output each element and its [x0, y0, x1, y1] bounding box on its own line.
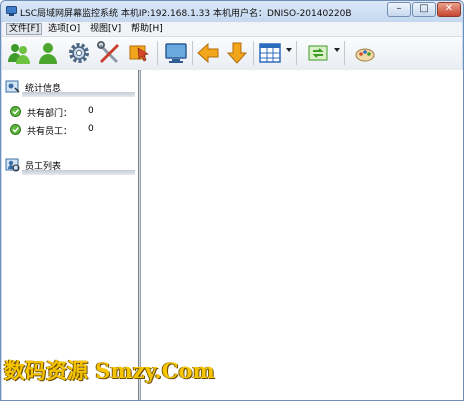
cursor-icon[interactable] [126, 40, 152, 66]
menu-options[interactable]: 选项[O] [46, 23, 82, 35]
user-green-icon[interactable] [35, 40, 61, 66]
check-icon [10, 124, 21, 135]
refresh-icon[interactable] [305, 40, 331, 66]
arrow-left-icon[interactable] [195, 40, 221, 66]
toolbar-separator [157, 41, 158, 65]
gear-icon[interactable] [66, 40, 92, 66]
left-panel: 统计信息 共有部门： 0 共有员工： 0 员工列表 [2, 70, 139, 400]
menu-help[interactable]: 帮助[H] [129, 23, 165, 35]
arrow-down-icon[interactable] [224, 40, 250, 66]
stats-section-header: 统计信息 [5, 79, 137, 97]
toolbar-separator [344, 41, 345, 65]
maximize-button[interactable]: □ [412, 2, 436, 17]
menu-bar: 文件[F] 选项[O] 视图[V] 帮助[H] [2, 22, 462, 36]
stat-row-departments: 共有部门： 0 [10, 106, 138, 119]
stat-value: 0 [88, 106, 94, 116]
title-bar[interactable]: LSC局域网屏幕监控系统 本机IP:192.168.1.33 本机用户名：DNI… [1, 1, 463, 23]
monitor-icon[interactable] [163, 40, 189, 66]
paint-icon[interactable] [352, 40, 378, 66]
stat-label: 共有部门： [27, 109, 73, 119]
section-divider [22, 92, 135, 97]
stat-label: 共有员工： [27, 127, 73, 137]
users-green-icon[interactable] [6, 40, 32, 66]
stat-value: 0 [88, 124, 94, 134]
window-title: LSC局域网屏幕监控系统 本机IP:192.168.1.33 本机用户名：DNI… [20, 9, 352, 19]
employee-list-icon [5, 158, 20, 172]
grid-view-dropdown-arrow[interactable] [286, 48, 292, 52]
tools-icon[interactable] [96, 40, 122, 66]
stat-row-employees: 共有员工： 0 [10, 124, 138, 137]
toolbar-separator [253, 41, 254, 65]
toolbar [2, 36, 462, 71]
menu-view[interactable]: 视图[V] [88, 23, 123, 35]
employee-section-header[interactable]: 员工列表 [5, 157, 137, 175]
app-window: LSC局域网屏幕监控系统 本机IP:192.168.1.33 本机用户名：DNI… [0, 0, 464, 401]
main-content-area[interactable] [140, 70, 463, 400]
watermark-text: 数码资源 Smzy.Com [4, 358, 215, 383]
app-icon [6, 6, 17, 16]
close-button[interactable]: ✕ [437, 2, 461, 17]
toolbar-separator [192, 41, 193, 65]
stats-icon [5, 80, 20, 93]
section-divider [22, 170, 135, 175]
toolbar-separator [296, 41, 297, 65]
grid-view-icon[interactable] [257, 40, 283, 66]
menu-file[interactable]: 文件[F] [6, 23, 43, 35]
minimize-button[interactable]: – [387, 2, 411, 17]
check-icon [10, 106, 21, 117]
refresh-dropdown-arrow[interactable] [334, 48, 340, 52]
